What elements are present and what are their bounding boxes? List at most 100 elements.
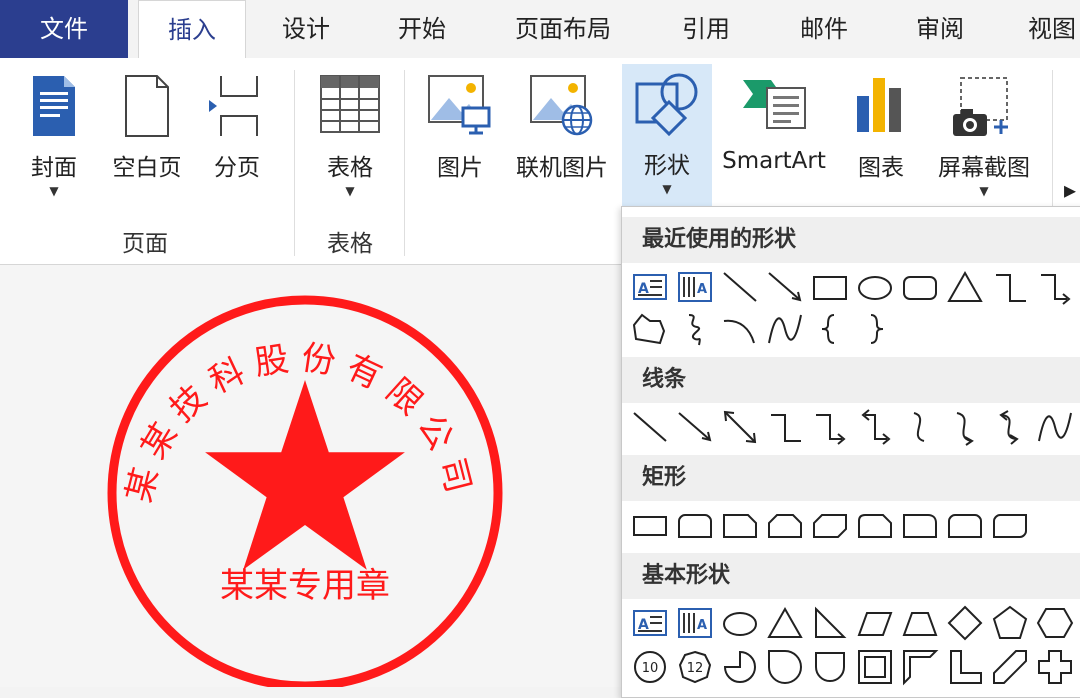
screenshot-button[interactable]: 屏幕截图 ▼ xyxy=(926,66,1042,216)
textbox-shape-icon[interactable]: A xyxy=(630,267,670,307)
table-icon xyxy=(320,75,380,133)
sniprnd-shape-icon[interactable] xyxy=(855,505,895,545)
tab-review[interactable]: 审阅 xyxy=(884,0,996,58)
frame-shape-icon[interactable] xyxy=(855,647,895,687)
page-break-button[interactable]: 分页 xyxy=(200,66,274,216)
ribbon-overflow-button[interactable]: ▸ xyxy=(1064,176,1080,206)
freeform-shape-icon[interactable] xyxy=(630,309,670,349)
rnd2-shape-icon[interactable] xyxy=(675,505,715,545)
section-lines: 线条 xyxy=(622,357,1080,403)
vtextbox-shape-icon[interactable]: A xyxy=(675,267,715,307)
tri-shape-icon[interactable] xyxy=(945,267,985,307)
tear-shape-icon[interactable] xyxy=(765,647,805,687)
elbow-shape-icon[interactable] xyxy=(765,407,805,447)
oct12-shape-icon[interactable]: 12 xyxy=(675,647,715,687)
shapes-button[interactable]: 形状 ▼ xyxy=(622,64,712,206)
tab-file[interactable]: 文件 xyxy=(0,0,128,58)
tab-design[interactable]: 设计 xyxy=(250,0,362,58)
shapes-label: 形状 xyxy=(644,153,690,179)
diag-shape-icon[interactable] xyxy=(990,647,1030,687)
page-group-label: 页面 xyxy=(122,231,168,257)
chord-shape-icon[interactable] xyxy=(810,647,850,687)
chevron-down-icon: ▼ xyxy=(979,184,989,198)
line-shape-icon[interactable] xyxy=(630,407,670,447)
chart-label: 图表 xyxy=(858,155,904,181)
textbox-shape-icon[interactable]: A xyxy=(630,603,670,643)
tab-home[interactable]: 开始 xyxy=(366,0,478,58)
rbox-shape-icon[interactable] xyxy=(630,505,670,545)
arc-shape-icon[interactable] xyxy=(720,309,760,349)
snipd-shape-icon[interactable] xyxy=(810,505,850,545)
online-pictures-label: 联机图片 xyxy=(516,155,608,181)
screenshot-label: 屏幕截图 xyxy=(938,155,1030,181)
rndd-shape-icon[interactable] xyxy=(990,505,1030,545)
scribble-shape-icon[interactable] xyxy=(675,309,715,349)
table-label: 表格 xyxy=(327,155,373,181)
darrow-shape-icon[interactable] xyxy=(720,407,760,447)
rnd2-shape-icon[interactable] xyxy=(945,505,985,545)
rrect-shape-icon[interactable] xyxy=(900,267,940,307)
scurve-shape-icon[interactable] xyxy=(900,407,940,447)
seal-bottom-text: 某某专用章 xyxy=(220,566,390,606)
pie-shape-icon[interactable] xyxy=(720,647,760,687)
wave-shape-icon[interactable] xyxy=(1035,407,1075,447)
chevron-down-icon: ▼ xyxy=(345,184,355,198)
vtextbox-shape-icon[interactable]: A xyxy=(675,603,715,643)
company-seal[interactable]: 某某技科股份有限公司 某某专用章 xyxy=(0,265,620,687)
section-basic-shapes: 基本形状 xyxy=(622,553,1080,599)
svg-text:A: A xyxy=(697,282,707,297)
rtri-shape-icon[interactable] xyxy=(810,603,850,643)
chart-button[interactable]: 图表 xyxy=(842,66,920,216)
oval-shape-icon[interactable] xyxy=(855,267,895,307)
elbow-shape-icon[interactable] xyxy=(990,267,1030,307)
smartart-button[interactable]: SmartArt xyxy=(716,66,832,216)
rbrace-shape-icon[interactable] xyxy=(855,309,895,349)
rnd1-shape-icon[interactable] xyxy=(900,505,940,545)
tab-mailings[interactable]: 邮件 xyxy=(768,0,880,58)
elbowarrow-shape-icon[interactable] xyxy=(810,407,850,447)
snip2-shape-icon[interactable] xyxy=(765,505,805,545)
blank-page-icon xyxy=(125,75,169,137)
tab-insert[interactable]: 插入 xyxy=(138,0,246,59)
tab-references[interactable]: 引用 xyxy=(650,0,762,58)
cross-shape-icon[interactable] xyxy=(1035,647,1075,687)
scurvedarrow-shape-icon[interactable] xyxy=(990,407,1030,447)
chevron-down-icon: ▼ xyxy=(49,184,59,198)
arrow-shape-icon[interactable] xyxy=(675,407,715,447)
chevron-down-icon: ▼ xyxy=(662,182,672,196)
para-shape-icon[interactable] xyxy=(855,603,895,643)
tab-view[interactable]: 视图 xyxy=(1002,0,1080,58)
scurvearrow-shape-icon[interactable] xyxy=(945,407,985,447)
online-pictures-button[interactable]: 联机图片 xyxy=(506,66,618,216)
hex-shape-icon[interactable] xyxy=(1035,603,1075,643)
pictures-button[interactable]: 图片 xyxy=(420,66,500,216)
diamond-shape-icon[interactable] xyxy=(945,603,985,643)
lbrace-shape-icon[interactable] xyxy=(810,309,850,349)
tri-shape-icon[interactable] xyxy=(765,603,805,643)
lshape-shape-icon[interactable] xyxy=(945,647,985,687)
oval-shape-icon[interactable] xyxy=(720,603,760,643)
tab-page-layout[interactable]: 页面布局 xyxy=(488,0,638,58)
smartart-icon xyxy=(743,80,806,129)
pictures-label: 图片 xyxy=(437,155,483,181)
elbowdarrow-shape-icon[interactable] xyxy=(855,407,895,447)
table-button[interactable]: 表格 ▼ xyxy=(310,66,390,216)
pent-shape-icon[interactable] xyxy=(990,603,1030,643)
line-shape-icon[interactable] xyxy=(720,267,760,307)
cover-page-button[interactable]: 封面 ▼ xyxy=(18,66,90,216)
section-recent-shapes: 最近使用的形状 xyxy=(622,217,1080,263)
blank-page-button[interactable]: 空白页 xyxy=(104,66,190,216)
group-separator xyxy=(294,70,295,256)
snip1-shape-icon[interactable] xyxy=(720,505,760,545)
arrow-shape-icon[interactable] xyxy=(765,267,805,307)
shapes-gallery-dropdown: 最近使用的形状 A A 线条 矩形 基本形状 A A 10 12 xyxy=(621,206,1080,698)
shapes-icon xyxy=(635,73,698,136)
picture-icon xyxy=(428,75,491,135)
rect-shape-icon[interactable] xyxy=(810,267,850,307)
oct10-shape-icon[interactable]: 10 xyxy=(630,647,670,687)
halfframe-shape-icon[interactable] xyxy=(900,647,940,687)
wave-shape-icon[interactable] xyxy=(765,309,805,349)
trap-shape-icon[interactable] xyxy=(900,603,940,643)
svg-text:12: 12 xyxy=(687,661,704,676)
elbowarrow-shape-icon[interactable] xyxy=(1035,267,1075,307)
